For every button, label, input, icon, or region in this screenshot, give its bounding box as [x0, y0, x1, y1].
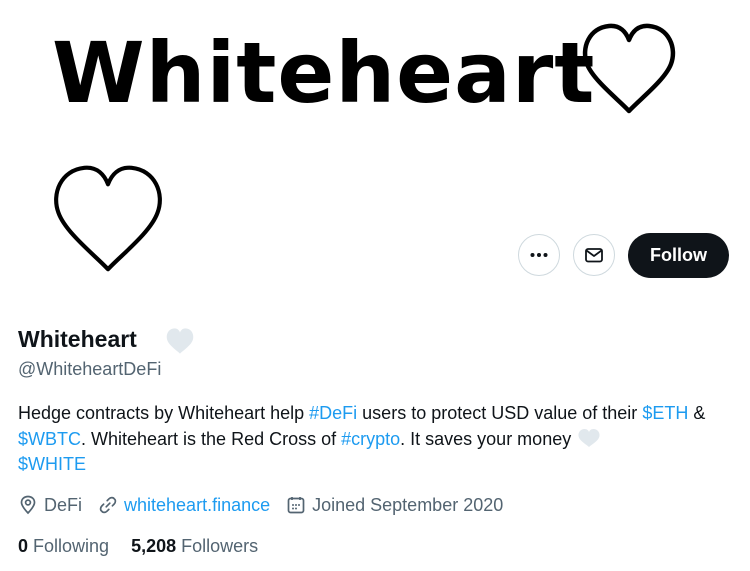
- calendar-icon: [287, 497, 305, 514]
- website-link[interactable]: whiteheart.finance: [124, 495, 270, 516]
- profile-meta: DeFi whiteheart.finance Joined September…: [18, 492, 519, 518]
- user-handle: @WhiteheartDeFi: [18, 359, 162, 379]
- joined-item: Joined September 2020: [286, 495, 503, 516]
- link-icon: [99, 496, 117, 514]
- bio-text: . It saves your money: [400, 428, 577, 449]
- bio-text: users to protect USD value of their: [357, 403, 643, 423]
- followers-label: Followers: [181, 535, 259, 556]
- joined-text: Joined September 2020: [312, 494, 504, 515]
- location-item: DeFi: [18, 495, 82, 516]
- white-heart-emoji-icon: [578, 428, 600, 447]
- followers-stat[interactable]: 5,208 Followers: [131, 536, 258, 557]
- mail-icon: [585, 248, 603, 263]
- following-count: 0: [18, 535, 29, 556]
- more-icon: [530, 253, 548, 257]
- bio-text: &: [688, 403, 706, 423]
- following-stat[interactable]: 0 Following: [18, 536, 109, 557]
- follow-button[interactable]: Follow: [628, 233, 729, 278]
- bio-text: . Whiteheart is the Red Cross of: [81, 428, 342, 449]
- more-button[interactable]: [518, 234, 560, 276]
- banner-title: Whiteheart: [52, 24, 596, 122]
- follow-stats: 0 Following 5,208 Followers: [18, 533, 280, 559]
- following-label: Following: [33, 535, 110, 556]
- profile-bio: Hedge contracts by Whiteheart help #DeFi…: [18, 401, 730, 478]
- bio-text: Hedge contracts by Whiteheart help: [18, 403, 310, 423]
- heart-outline-icon: [54, 165, 162, 272]
- hashtag-defi-link[interactable]: #DeFi: [309, 403, 357, 423]
- avatar[interactable]: [44, 150, 172, 278]
- hashtag-crypto-link[interactable]: #crypto: [341, 429, 400, 449]
- white-heart-emoji-icon: [166, 328, 194, 354]
- message-button[interactable]: [573, 234, 615, 276]
- location-pin-icon: [20, 495, 36, 515]
- location-text: DeFi: [44, 494, 83, 515]
- followers-count: 5,208: [131, 535, 177, 556]
- website-item[interactable]: whiteheart.finance: [98, 495, 270, 516]
- cashtag-white-link[interactable]: $WHITE: [18, 454, 86, 474]
- heart-outline-icon: [582, 23, 676, 114]
- cashtag-wbtc-link[interactable]: $WBTC: [18, 429, 81, 449]
- display-name: Whiteheart: [18, 326, 137, 352]
- cashtag-eth-link[interactable]: $ETH: [642, 403, 688, 423]
